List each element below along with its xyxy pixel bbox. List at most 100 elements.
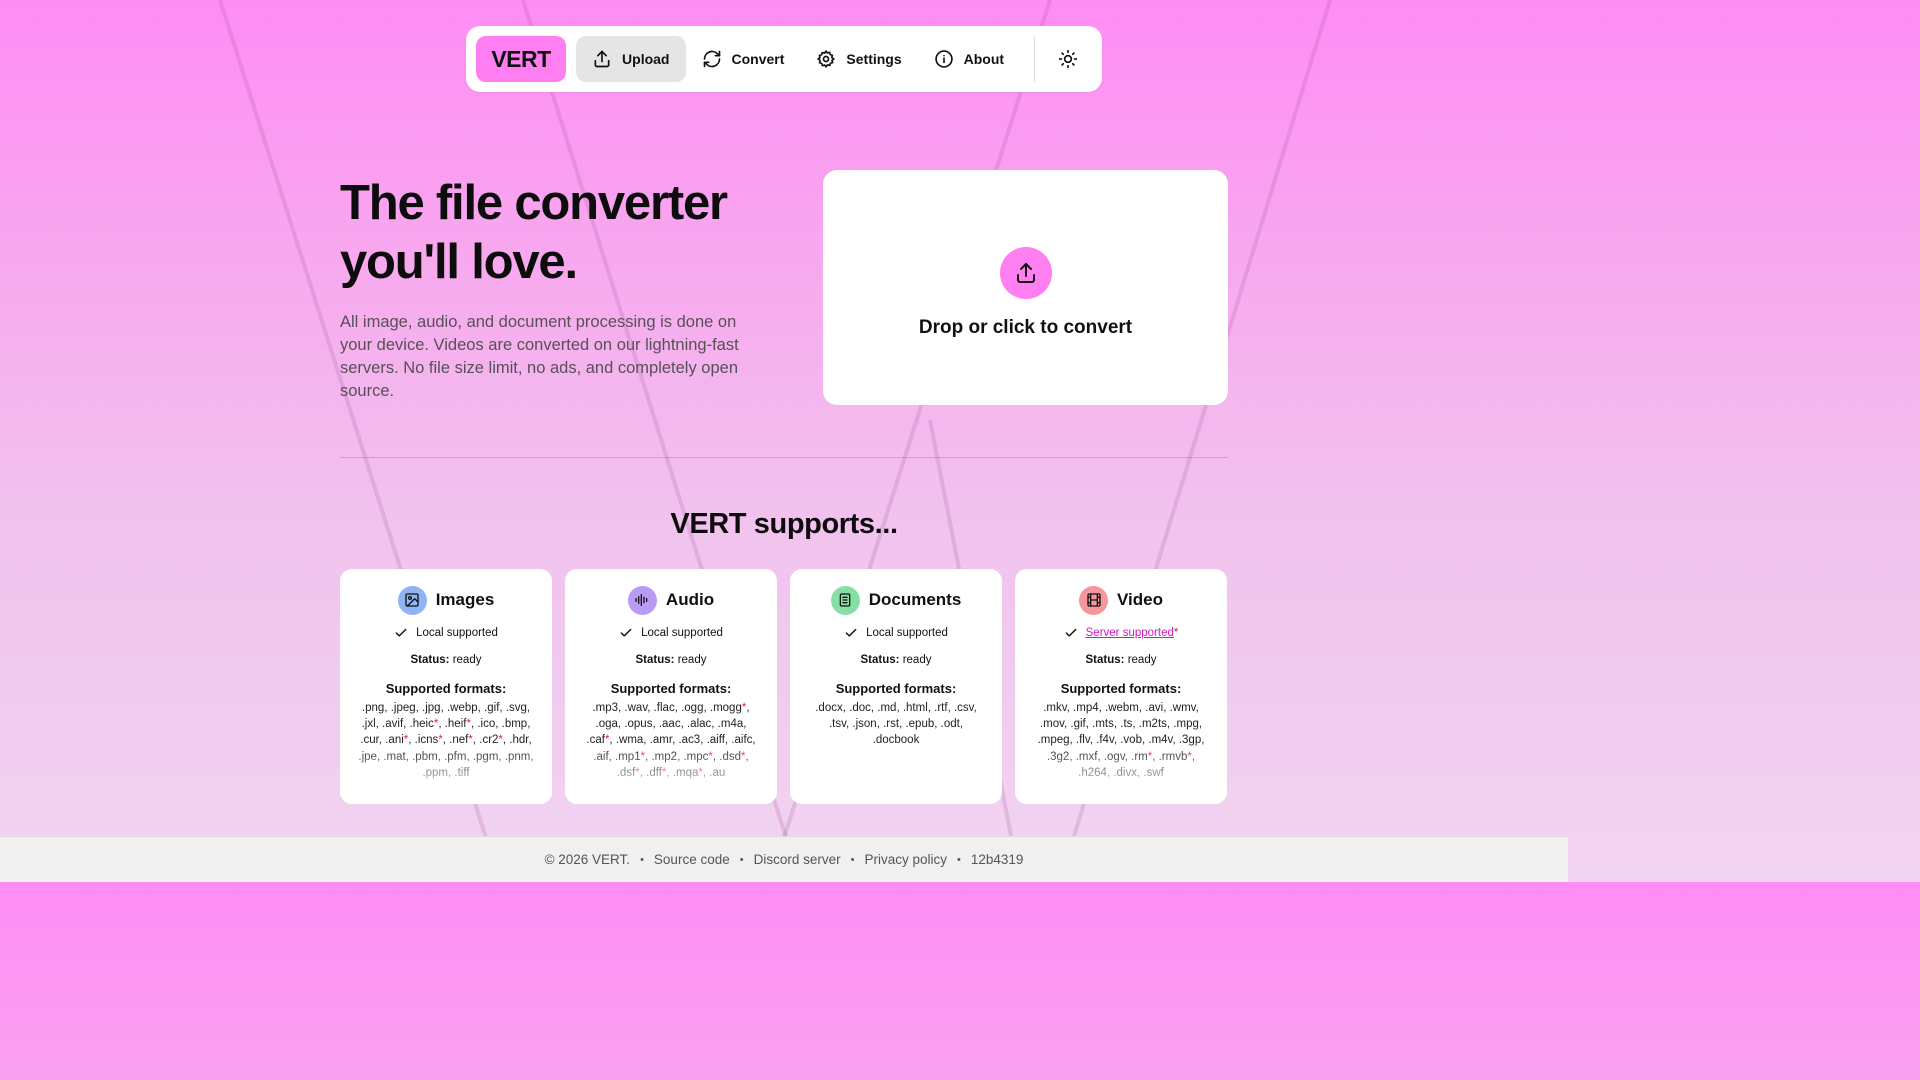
card-documents: Documents Local supported Status: ready … xyxy=(790,569,1002,804)
gear-icon xyxy=(817,50,836,68)
sun-icon xyxy=(1058,49,1077,69)
nav-upload-label: Upload xyxy=(622,51,670,67)
format-item: .tsv xyxy=(828,718,847,731)
format-item: .docx xyxy=(815,702,843,714)
format-item: .wav xyxy=(624,702,648,714)
theme-toggle-button[interactable] xyxy=(1043,36,1092,82)
nav-convert[interactable]: Convert xyxy=(686,36,801,82)
dropzone-upload-icon xyxy=(999,246,1052,299)
format-item: .doc xyxy=(849,702,871,714)
hero-title-line2: you'll love. xyxy=(340,235,578,289)
hero-title-line1: The file converter xyxy=(340,176,728,230)
status-value: ready xyxy=(902,654,932,666)
footer-copyright: © 2026 VERT. xyxy=(544,852,631,867)
nav-convert-label: Convert xyxy=(731,51,785,67)
nav-settings[interactable]: Settings xyxy=(800,36,917,82)
format-item: .m4a xyxy=(717,718,744,731)
support-line: Server supported* xyxy=(1064,625,1179,641)
nav-settings-label: Settings xyxy=(846,51,902,67)
format-item: .mp3 xyxy=(592,702,619,714)
format-item: .docbook xyxy=(872,734,920,747)
formats-heading: Supported formats: xyxy=(1060,681,1182,696)
support-line: Local supported xyxy=(844,625,948,641)
vert-logo[interactable]: VERT xyxy=(476,36,567,82)
format-item: .gif xyxy=(484,702,500,714)
support-line: Local supported xyxy=(619,625,723,641)
format-item: .mpg xyxy=(1173,718,1199,731)
format-item: .ogg xyxy=(681,702,704,714)
file-dropzone[interactable]: Drop or click to convert xyxy=(823,170,1228,405)
format-item: .epub xyxy=(905,718,935,731)
footer-privacy-link[interactable]: Privacy policy xyxy=(864,852,947,867)
format-item: .png xyxy=(361,702,385,714)
section-divider xyxy=(340,457,1228,458)
format-item: .json xyxy=(852,718,877,731)
card-audio: Audio Local supported Status: ready Supp… xyxy=(565,569,777,804)
status-line: Status: ready xyxy=(410,654,482,666)
format-item: .mp4 xyxy=(1073,702,1099,714)
format-item: .mogg* xyxy=(709,702,747,714)
fade-overlay xyxy=(565,744,777,804)
format-item: .odt xyxy=(940,718,960,731)
nav-upload[interactable]: Upload xyxy=(576,36,686,82)
format-item: .rtf xyxy=(934,702,948,714)
format-item: .wmv xyxy=(1169,702,1196,714)
support-label: Local supported xyxy=(641,627,723,639)
footer-version-link[interactable]: 12b4319 xyxy=(971,852,1024,867)
formats-list: .docx, .doc, .md, .html, .rtf, .csv, .ts… xyxy=(815,702,977,747)
image-icon xyxy=(397,585,427,615)
formats-heading: Supported formats: xyxy=(835,681,957,696)
formats-heading: Supported formats: xyxy=(610,681,732,696)
document-icon xyxy=(830,585,860,615)
status-line: Status: ready xyxy=(635,654,707,666)
check-icon xyxy=(845,628,857,637)
format-item: .avi xyxy=(1145,702,1164,714)
dropzone-label: Drop or click to convert xyxy=(918,316,1133,338)
card-video: Video Server supported* Status: ready Su… xyxy=(1015,569,1227,804)
format-item: .html xyxy=(902,702,928,714)
nav-about-label: About xyxy=(963,51,1005,67)
check-icon xyxy=(395,628,407,637)
format-item: .svg xyxy=(505,702,527,714)
footer: © 2026 VERT. • Source code • Discord ser… xyxy=(0,836,1568,882)
footer-source-code-link[interactable]: Source code xyxy=(654,852,730,867)
format-item: .md xyxy=(877,702,897,714)
card-title: Video xyxy=(1117,590,1163,609)
format-item: .m2ts xyxy=(1138,718,1167,731)
format-item: .mts xyxy=(1092,718,1114,731)
format-item: .flac xyxy=(653,702,675,714)
format-item: .opus xyxy=(624,718,653,731)
format-item: .csv xyxy=(953,702,974,714)
format-item: .webp xyxy=(446,702,478,714)
nav-divider xyxy=(1034,36,1036,82)
status-value: ready xyxy=(452,654,482,666)
format-item: .avif xyxy=(382,718,404,731)
info-icon xyxy=(934,50,953,68)
format-item: .gif xyxy=(1070,718,1086,731)
audio-wave-icon xyxy=(627,585,657,615)
format-item: .aac xyxy=(658,718,681,731)
format-item: .bmp xyxy=(501,718,528,731)
asterisk-marker: * xyxy=(1173,627,1179,639)
format-item: .heic* xyxy=(409,718,439,731)
format-cards: Images Local supported Status: ready Sup… xyxy=(340,569,1227,804)
server-supported-link[interactable]: Server supported xyxy=(1086,627,1174,639)
hero-title: The file converter you'll love. xyxy=(340,174,800,292)
card-title: Documents xyxy=(868,590,962,609)
formats-heading: Supported formats: xyxy=(385,681,507,696)
format-item: .mov xyxy=(1039,718,1064,731)
check-icon xyxy=(1065,628,1077,637)
fade-overlay xyxy=(340,744,552,804)
status-value: ready xyxy=(677,654,707,666)
format-item: .mkv xyxy=(1043,702,1067,714)
support-line: Local supported xyxy=(394,625,498,641)
fade-overlay xyxy=(1015,744,1227,804)
refresh-icon xyxy=(703,50,720,68)
card-title: Audio xyxy=(665,590,715,609)
nav-about[interactable]: About xyxy=(918,36,1020,82)
status-line: Status: ready xyxy=(1085,654,1157,666)
format-item: .jpeg xyxy=(390,702,416,714)
format-item: .ts xyxy=(1120,718,1133,731)
footer-discord-link[interactable]: Discord server xyxy=(754,852,841,867)
format-item: .webm xyxy=(1105,702,1139,714)
